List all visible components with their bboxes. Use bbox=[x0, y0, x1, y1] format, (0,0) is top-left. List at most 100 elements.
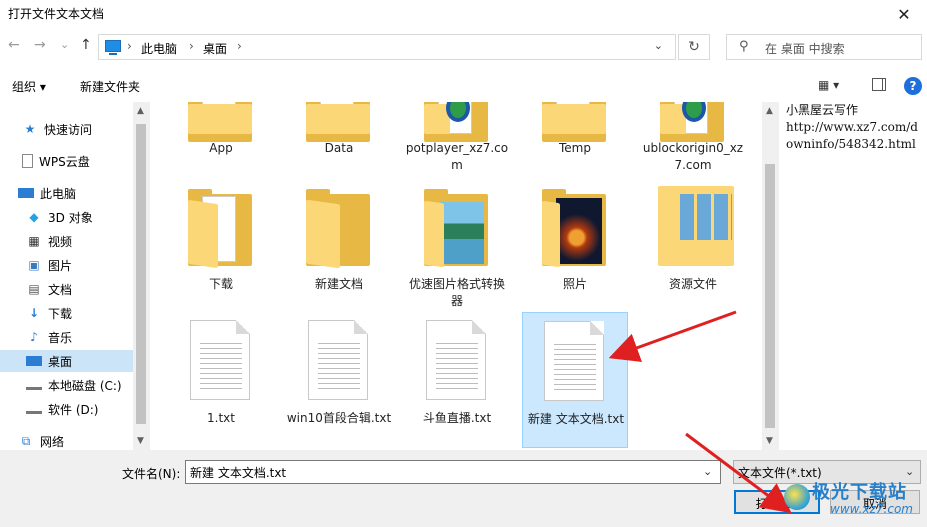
sidebar-item-this-pc[interactable]: 此电脑 bbox=[0, 182, 133, 204]
sidebar-item-local-disk-c[interactable]: 本地磁盘 (C:) bbox=[0, 374, 133, 396]
file-name: 斗鱼直播.txt bbox=[422, 411, 492, 425]
search-placeholder: 在 桌面 中搜索 bbox=[765, 42, 845, 56]
file-name: win10首段合辑.txt bbox=[286, 411, 392, 425]
preview-pane-toggle-icon[interactable] bbox=[872, 78, 886, 91]
file-name: 优速图片格式转换器 bbox=[408, 277, 505, 308]
folder-icon bbox=[306, 102, 370, 142]
up-arrow-icon[interactable]: ↑ bbox=[80, 37, 92, 53]
preview-line: 小黑屋云写作 bbox=[786, 103, 859, 117]
file-item-potplayer[interactable]: potplayer_xz7.com bbox=[404, 102, 510, 180]
folder-icon bbox=[188, 102, 252, 142]
file-item-new-text-doc-txt[interactable]: 新建 文本文档.txt bbox=[522, 312, 628, 448]
file-item-resources[interactable]: 资源文件 bbox=[640, 184, 746, 294]
sidebar-item-pictures[interactable]: ▣ 图片 bbox=[0, 254, 133, 276]
refresh-button[interactable]: ↻ bbox=[678, 34, 710, 60]
text-file-icon bbox=[190, 320, 250, 400]
sidebar-item-label: 音乐 bbox=[48, 330, 73, 345]
open-button[interactable]: 打开(O) bbox=[734, 490, 820, 514]
file-name: 资源文件 bbox=[668, 277, 717, 291]
download-icon: ↓ bbox=[28, 306, 40, 320]
file-name: 1.txt bbox=[207, 411, 235, 425]
navigation-pane-scrollbar[interactable]: ▲ ▼ bbox=[133, 102, 150, 450]
navigation-pane: ★ 快速访问 WPS云盘 此电脑 ◆ 3D 对象 ▦ 视频 ▣ 图片 ▤ 文档 … bbox=[0, 102, 150, 450]
folder-icon bbox=[658, 186, 734, 266]
dialog-footer: 文件名(N): 新建 文本文档.txt ⌄ 文本文件(*.txt) ⌄ 打开(O… bbox=[0, 450, 927, 527]
recent-locations-chevron-icon[interactable]: ⌄ bbox=[60, 38, 69, 51]
address-bar[interactable]: › 此电脑 › 桌面 › ⌄ bbox=[98, 34, 676, 60]
file-item-douyu-txt[interactable]: 斗鱼直播.txt bbox=[404, 314, 510, 446]
folder-icon bbox=[542, 189, 606, 268]
help-icon[interactable]: ? bbox=[904, 77, 922, 95]
desktop-icon bbox=[26, 356, 42, 366]
file-item-data[interactable]: Data bbox=[286, 102, 392, 160]
drive-icon bbox=[26, 381, 42, 390]
file-item-1-txt[interactable]: 1.txt bbox=[168, 314, 274, 446]
preview-pane: 小黑屋云写作 http://www.xz7.com/downinfo/54834… bbox=[782, 102, 927, 450]
folder-icon bbox=[424, 189, 488, 268]
computer-icon bbox=[18, 188, 34, 198]
sidebar-item-quick-access[interactable]: ★ 快速访问 bbox=[0, 118, 133, 140]
file-item-win10-txt[interactable]: win10首段合辑.txt bbox=[286, 314, 392, 446]
file-list: App Data potplayer_xz7.com Temp ublockor… bbox=[150, 102, 762, 450]
file-name: potplayer_xz7.com bbox=[405, 141, 509, 172]
sidebar-item-videos[interactable]: ▦ 视频 bbox=[0, 230, 133, 252]
search-box[interactable]: ⚲ 在 桌面 中搜索 bbox=[726, 34, 922, 60]
filename-history-chevron-icon[interactable]: ⌄ bbox=[703, 465, 712, 478]
folder-icon bbox=[188, 189, 252, 269]
sidebar-item-downloads[interactable]: ↓ 下载 bbox=[0, 302, 133, 324]
text-file-icon bbox=[544, 321, 604, 401]
sidebar-item-label: 网络 bbox=[40, 434, 65, 449]
sidebar-item-software-d[interactable]: 软件 (D:) bbox=[0, 398, 133, 420]
file-item-ublockorigin[interactable]: ublockorigin0_xz7.com bbox=[640, 102, 746, 180]
sidebar-item-wps-cloud[interactable]: WPS云盘 bbox=[0, 150, 133, 172]
file-list-scrollbar[interactable]: ▲ ▼ bbox=[762, 102, 779, 450]
file-name: Data bbox=[324, 141, 354, 155]
sidebar-item-label: 桌面 bbox=[48, 354, 73, 369]
filename-input[interactable]: 新建 文本文档.txt bbox=[185, 460, 721, 484]
organize-menu-button[interactable]: 组织 ▾ bbox=[12, 78, 46, 95]
sidebar-item-desktop[interactable]: 桌面 bbox=[0, 350, 133, 372]
file-item-photos[interactable]: 照片 bbox=[522, 184, 628, 294]
sidebar-item-label: 本地磁盘 (C:) bbox=[48, 378, 122, 393]
sidebar-item-label: 下载 bbox=[48, 306, 73, 321]
picture-icon: ▣ bbox=[28, 258, 40, 272]
scroll-up-icon[interactable]: ▲ bbox=[766, 106, 773, 116]
file-item-downloads[interactable]: 下载 bbox=[168, 184, 274, 294]
video-icon: ▦ bbox=[28, 234, 40, 248]
address-history-chevron-icon[interactable]: ⌄ bbox=[654, 39, 663, 52]
sidebar-item-documents[interactable]: ▤ 文档 bbox=[0, 278, 133, 300]
scroll-up-icon[interactable]: ▲ bbox=[137, 106, 144, 116]
back-arrow-icon[interactable]: ← bbox=[8, 37, 20, 53]
folder-icon bbox=[660, 102, 724, 142]
file-item-app[interactable]: App bbox=[168, 102, 274, 160]
file-item-temp[interactable]: Temp bbox=[522, 102, 628, 160]
search-icon: ⚲ bbox=[739, 39, 749, 54]
music-icon: ♪ bbox=[30, 330, 38, 344]
sidebar-item-music[interactable]: ♪ 音乐 bbox=[0, 326, 133, 348]
computer-icon bbox=[105, 40, 121, 55]
title-bar: 打开文件文本文档 ✕ bbox=[0, 0, 927, 28]
scrollbar-thumb[interactable] bbox=[136, 124, 146, 424]
file-type-chevron-icon[interactable]: ⌄ bbox=[905, 465, 914, 478]
navigation-bar: ← → ⌄ ↑ › 此电脑 › 桌面 › ⌄ ↻ ⚲ 在 桌面 中搜索 bbox=[0, 28, 927, 66]
breadcrumb-this-pc[interactable]: 此电脑 bbox=[141, 40, 177, 57]
cancel-button[interactable]: 取消 bbox=[830, 490, 920, 514]
scroll-down-icon[interactable]: ▼ bbox=[766, 436, 773, 446]
sidebar-item-label: 视频 bbox=[48, 234, 73, 249]
file-item-image-converter[interactable]: 优速图片格式转换器 bbox=[404, 184, 510, 308]
scroll-down-icon[interactable]: ▼ bbox=[137, 436, 144, 446]
drive-icon bbox=[26, 405, 42, 414]
file-type-select[interactable]: 文本文件(*.txt) bbox=[733, 460, 921, 484]
new-folder-button[interactable]: 新建文件夹 bbox=[80, 78, 140, 95]
sidebar-item-label: 文档 bbox=[48, 282, 73, 297]
scrollbar-thumb[interactable] bbox=[765, 164, 775, 428]
sidebar-item-network[interactable]: ⧉ 网络 bbox=[0, 430, 133, 450]
sidebar-item-label: 3D 对象 bbox=[48, 210, 93, 225]
breadcrumb-desktop[interactable]: 桌面 bbox=[203, 40, 227, 57]
change-view-button[interactable]: ▦ ▾ bbox=[818, 78, 839, 92]
network-icon: ⧉ bbox=[21, 434, 31, 448]
file-item-new-doc-folder[interactable]: 新建文档 bbox=[286, 184, 392, 294]
close-button[interactable]: ✕ bbox=[881, 0, 927, 28]
sidebar-item-3d-objects[interactable]: ◆ 3D 对象 bbox=[0, 206, 133, 228]
forward-arrow-icon[interactable]: → bbox=[34, 37, 46, 53]
